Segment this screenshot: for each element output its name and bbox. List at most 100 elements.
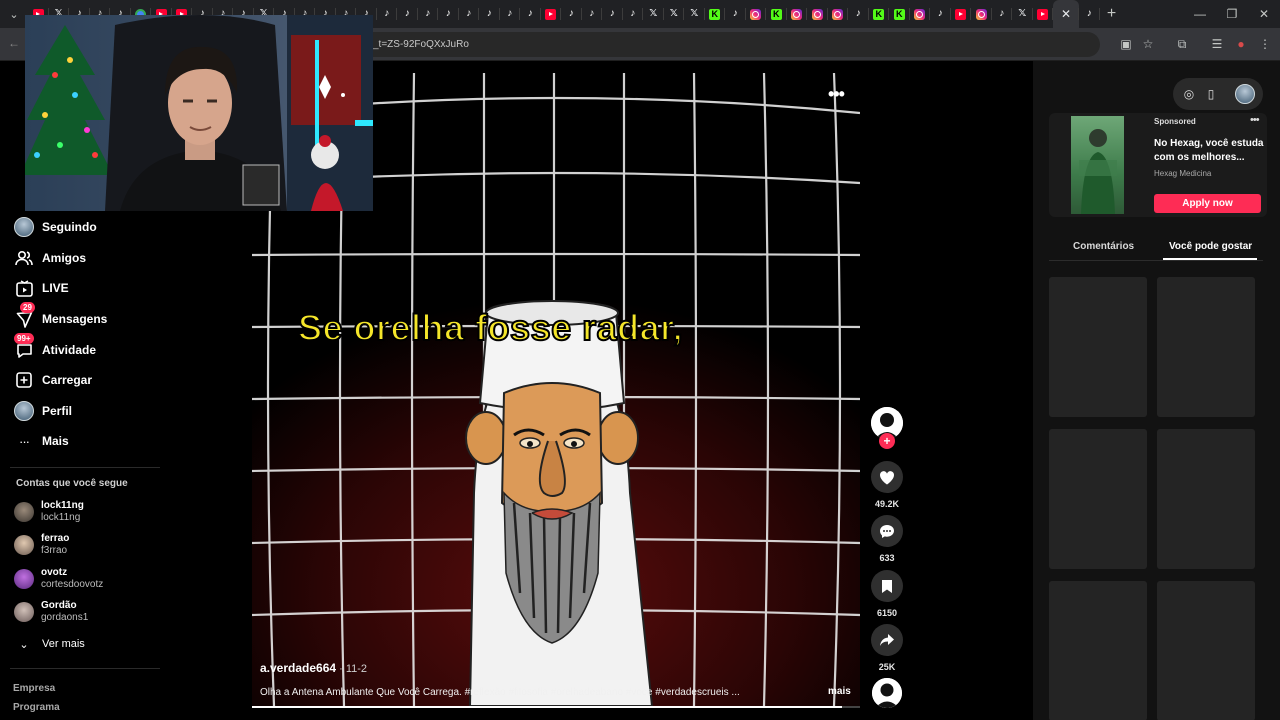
tab[interactable] <box>992 0 1013 28</box>
tab[interactable] <box>971 0 992 28</box>
tiktok-favicon-icon <box>422 9 433 20</box>
recommended-video-tile[interactable] <box>1049 277 1147 417</box>
address-text[interactable]: _t=ZS-92FoQXxJuRo <box>373 39 469 50</box>
tab[interactable] <box>479 0 500 28</box>
video-more-options-icon[interactable]: ••• <box>828 84 845 105</box>
profile-icon[interactable]: ● <box>1233 36 1249 52</box>
recommended-video-tile[interactable] <box>1157 429 1255 569</box>
tab[interactable] <box>520 0 541 28</box>
tab[interactable] <box>602 0 623 28</box>
tab-voce-pode-gostar[interactable]: Você pode gostar <box>1169 241 1252 252</box>
sidebar-item-carregar[interactable]: Carregar <box>14 369 92 391</box>
sidebar-item-atividade[interactable]: 99+ Atividade <box>14 333 97 361</box>
bookmark-star-icon[interactable]: ☆ <box>1140 36 1156 52</box>
tab[interactable] <box>582 0 603 28</box>
x-favicon-icon <box>668 9 679 20</box>
more-icon: ··· <box>19 433 30 449</box>
tab[interactable] <box>561 0 582 28</box>
share-button[interactable] <box>871 624 903 656</box>
sidebar-item-mais[interactable]: ··· Mais <box>14 430 69 452</box>
tab[interactable] <box>643 0 664 28</box>
sidebar-item-mensagens[interactable]: 29 Mensagens <box>14 302 107 330</box>
comment-button[interactable] <box>871 515 903 547</box>
kick-favicon-icon <box>770 8 782 20</box>
following-account[interactable]: ferrao f3rrao <box>14 533 69 557</box>
minimize-button[interactable]: — <box>1184 0 1216 28</box>
tab[interactable] <box>951 0 972 28</box>
tab[interactable] <box>828 0 849 28</box>
following-account[interactable]: lock11ng lock11ng <box>14 500 84 524</box>
streamer-camera-feed <box>25 15 373 211</box>
tab[interactable] <box>705 0 726 28</box>
sound-disc-avatar[interactable] <box>872 678 902 708</box>
reading-list-icon[interactable]: ☰ <box>1209 36 1225 52</box>
chrome-menu-icon[interactable]: ⋮ <box>1257 36 1273 52</box>
sidebar-item-perfil[interactable]: Perfil <box>14 400 72 422</box>
tab[interactable] <box>1012 0 1033 28</box>
account-handle: lock11ng <box>41 512 81 523</box>
sidebar-item-live[interactable]: LIVE <box>14 277 69 299</box>
tab[interactable] <box>930 0 951 28</box>
tab[interactable] <box>787 0 808 28</box>
tab[interactable] <box>848 0 869 28</box>
account-handle: cortesdoovotz <box>41 579 104 590</box>
tab[interactable] <box>623 0 644 28</box>
tab[interactable] <box>397 0 418 28</box>
sidebar-item-seguindo[interactable]: Seguindo <box>14 216 97 238</box>
tab[interactable] <box>807 0 828 28</box>
tab[interactable] <box>500 0 521 28</box>
user-avatar[interactable] <box>1235 84 1255 104</box>
ad-more-options-icon[interactable]: ••• <box>1250 114 1260 126</box>
close-tab-icon[interactable]: ✕ <box>1061 7 1071 21</box>
tab[interactable] <box>541 0 562 28</box>
tab[interactable] <box>1033 0 1054 28</box>
mobile-device-icon[interactable]: ▯ <box>1203 86 1219 102</box>
following-account[interactable]: ovotz cortesdoovotz <box>14 567 103 591</box>
video-author[interactable]: a.verdade664 · 11-2 <box>260 661 367 675</box>
save-button[interactable] <box>871 570 903 602</box>
extensions-icon[interactable]: ⧉ <box>1174 36 1190 52</box>
video-progress-bar[interactable] <box>252 706 860 708</box>
sidebar-item-label: Atividade <box>42 343 97 357</box>
tab[interactable] <box>438 0 459 28</box>
account-name: Gordão <box>41 600 77 611</box>
tab[interactable] <box>1079 0 1100 28</box>
restore-button[interactable]: ❐ <box>1216 0 1248 28</box>
following-account[interactable]: Gordão gordaons1 <box>14 600 88 624</box>
tab[interactable] <box>664 0 685 28</box>
tab[interactable] <box>869 0 890 28</box>
recommended-video-tile[interactable] <box>1049 429 1147 569</box>
active-tab[interactable]: ✕ <box>1053 0 1079 28</box>
tab[interactable] <box>889 0 910 28</box>
apply-now-button[interactable]: Apply now <box>1154 194 1261 213</box>
footer-link-programa[interactable]: Programa <box>13 702 60 713</box>
follow-plus-button[interactable]: + <box>879 433 895 449</box>
ad-thumbnail[interactable] <box>1071 116 1124 214</box>
author-name[interactable]: a.verdade664 <box>260 661 336 675</box>
like-button[interactable] <box>871 461 903 493</box>
tab[interactable] <box>377 0 398 28</box>
footer-link-empresa[interactable]: Empresa <box>13 683 55 694</box>
close-window-button[interactable]: ✕ <box>1248 0 1280 28</box>
tab[interactable] <box>684 0 705 28</box>
tab[interactable] <box>746 0 767 28</box>
sidebar-item-amigos[interactable]: Amigos <box>14 247 86 269</box>
tab-search-chevron-icon[interactable]: ⌄ <box>0 0 28 28</box>
tiktok-favicon-icon <box>443 9 454 20</box>
tab[interactable] <box>459 0 480 28</box>
recommended-video-tile[interactable] <box>1157 581 1255 720</box>
recommended-video-tile[interactable] <box>1157 277 1255 417</box>
tab[interactable] <box>766 0 787 28</box>
tab-comentarios[interactable]: Comentários <box>1073 241 1134 252</box>
description-more-button[interactable]: mais <box>828 686 851 697</box>
see-more-button[interactable]: ⌄ Ver mais <box>14 633 84 655</box>
cast-icon[interactable]: ▣ <box>1118 36 1134 52</box>
compass-icon[interactable]: ◎ <box>1181 86 1197 102</box>
tab[interactable] <box>910 0 931 28</box>
back-arrow-icon[interactable]: ← <box>8 36 20 50</box>
new-tab-button[interactable]: + <box>1100 0 1124 28</box>
recommended-video-tile[interactable] <box>1049 581 1147 720</box>
ad-title[interactable]: No Hexag, você estuda com os melhores... <box>1154 137 1264 165</box>
tab[interactable] <box>725 0 746 28</box>
tab[interactable] <box>418 0 439 28</box>
